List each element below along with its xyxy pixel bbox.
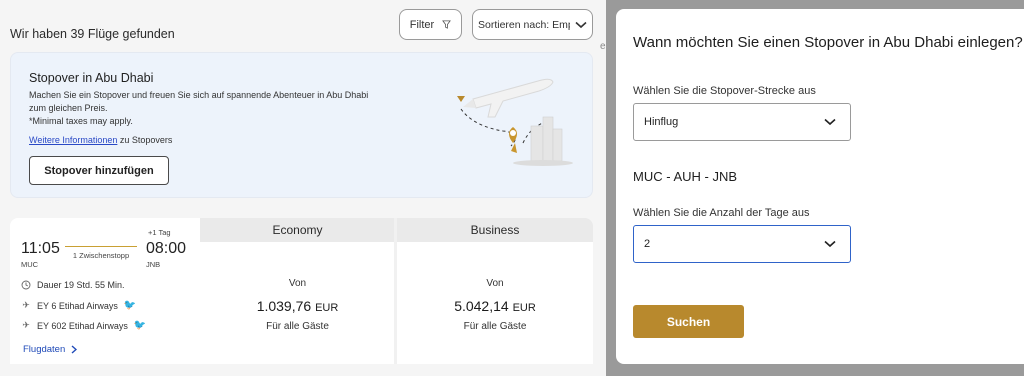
promo-title: Stopover in Abu Dhabi [29,71,154,85]
arrival-code: JNB [146,260,161,269]
flight-details-label: Flugdaten [23,344,66,355]
promo-text: Machen Sie ein Stopover und freuen Sie s… [29,90,369,113]
route-heading: MUC - AUH - JNB [633,169,737,184]
promo-note: *Minimal taxes may apply. [29,116,133,126]
sort-dropdown[interactable]: Sortieren nach: Empf... [472,9,593,40]
segment-row: ✈ EY 602 Etihad Airways 🐦 [21,320,146,331]
economy-fare[interactable]: Von 1.039,76 EUR Für alle Gäste [200,278,395,332]
city-skyline-icon [513,116,573,166]
stopover-route-select[interactable]: Hinflug [633,103,851,141]
stopover-days-select[interactable]: 2 [633,225,851,263]
departure-code: MUC [21,260,39,269]
stopover-illustration [457,73,573,166]
departure-time: 11:05 [21,240,60,257]
arrival-time: 08:00 [146,240,187,257]
business-fare[interactable]: Von 5.042,14 EUR Für alle Gäste [397,278,593,332]
promo-description: Machen Sie ein Stopover und freuen Sie s… [29,89,374,128]
price-value: 1.039,76 [256,298,312,314]
filter-label: Filter [409,18,435,31]
segment-text: EY 602 Etihad Airways [37,320,128,331]
dialog-title: Wann möchten Sie einen Stopover in Abu D… [633,34,1023,51]
flight-details-link[interactable]: Flugdaten [23,344,78,355]
chevron-down-icon [824,240,836,248]
chevron-down-icon [575,21,587,28]
fare-price: 1.039,76 EUR [200,298,395,314]
route-select-value: Hinflug [644,116,679,128]
stopover-dialog: Wann möchten Sie einen Stopover in Abu D… [616,9,1024,364]
filter-button[interactable]: Filter [399,9,462,40]
economy-header[interactable]: Economy [200,218,395,242]
day-offset: +1 Tag [148,228,171,237]
clock-icon [21,280,31,290]
etihad-logo-icon: 🐦 [123,300,137,311]
chevron-right-icon [71,345,78,354]
modal-backdrop[interactable]: Wann möchten Sie einen Stopover in Abu D… [606,0,1024,376]
days-select-label: Wählen Sie die Anzahl der Tage aus [633,207,810,219]
fare-from: Von [288,278,307,289]
duration-text: Dauer 19 Std. 55 Min. [37,280,125,290]
plane-icon: ✈ [22,320,30,330]
location-pin-icon [509,127,517,153]
etihad-logo-icon: 🐦 [133,320,147,331]
business-header[interactable]: Business [397,218,593,242]
more-info-suffix: zu Stopovers [117,135,173,145]
days-select-value: 2 [644,238,651,250]
stops-label: 1 Zwischenstopp [72,251,130,260]
more-info-link[interactable]: Weitere Informationen [29,135,117,145]
segment-row: ✈ EY 6 Etihad Airways 🐦 [21,300,136,311]
fare-note: Für alle Gäste [463,321,527,332]
fare-price: 5.042,14 EUR [397,298,593,314]
duration-row: Dauer 19 Std. 55 Min. [21,280,125,290]
plane-illustration-icon [463,78,554,118]
results-pane: Wir haben 39 Flüge gefunden Filter Sorti… [0,0,606,376]
flight-result-card: Economy Business 11:05 MUC 1 Zwischensto… [10,218,593,364]
plane-icon: ✈ [22,300,30,310]
promo-more-info: Weitere Informationen zu Stopovers [29,135,172,145]
truncated-text: e [600,41,606,52]
stopover-promo-card: Stopover in Abu Dhabi Machen Sie ein Sto… [10,52,593,198]
results-count-heading: Wir haben 39 Flüge gefunden [10,27,175,41]
chevron-down-icon [824,118,836,126]
sort-label: Sortieren nach: Empf... [478,18,570,31]
currency: EUR [512,302,536,314]
search-button[interactable]: Suchen [633,305,744,338]
add-stopover-button[interactable]: Stopover hinzufügen [29,156,169,185]
route-line [65,246,137,247]
currency: EUR [315,302,339,314]
segment-text: EY 6 Etihad Airways [37,300,118,311]
funnel-icon [442,20,452,29]
fare-from: Von [486,278,504,289]
price-value: 5.042,14 [454,298,509,314]
route-select-label: Wählen Sie die Stopover-Strecke aus [633,85,816,97]
fare-note: Für alle Gäste [266,321,329,332]
